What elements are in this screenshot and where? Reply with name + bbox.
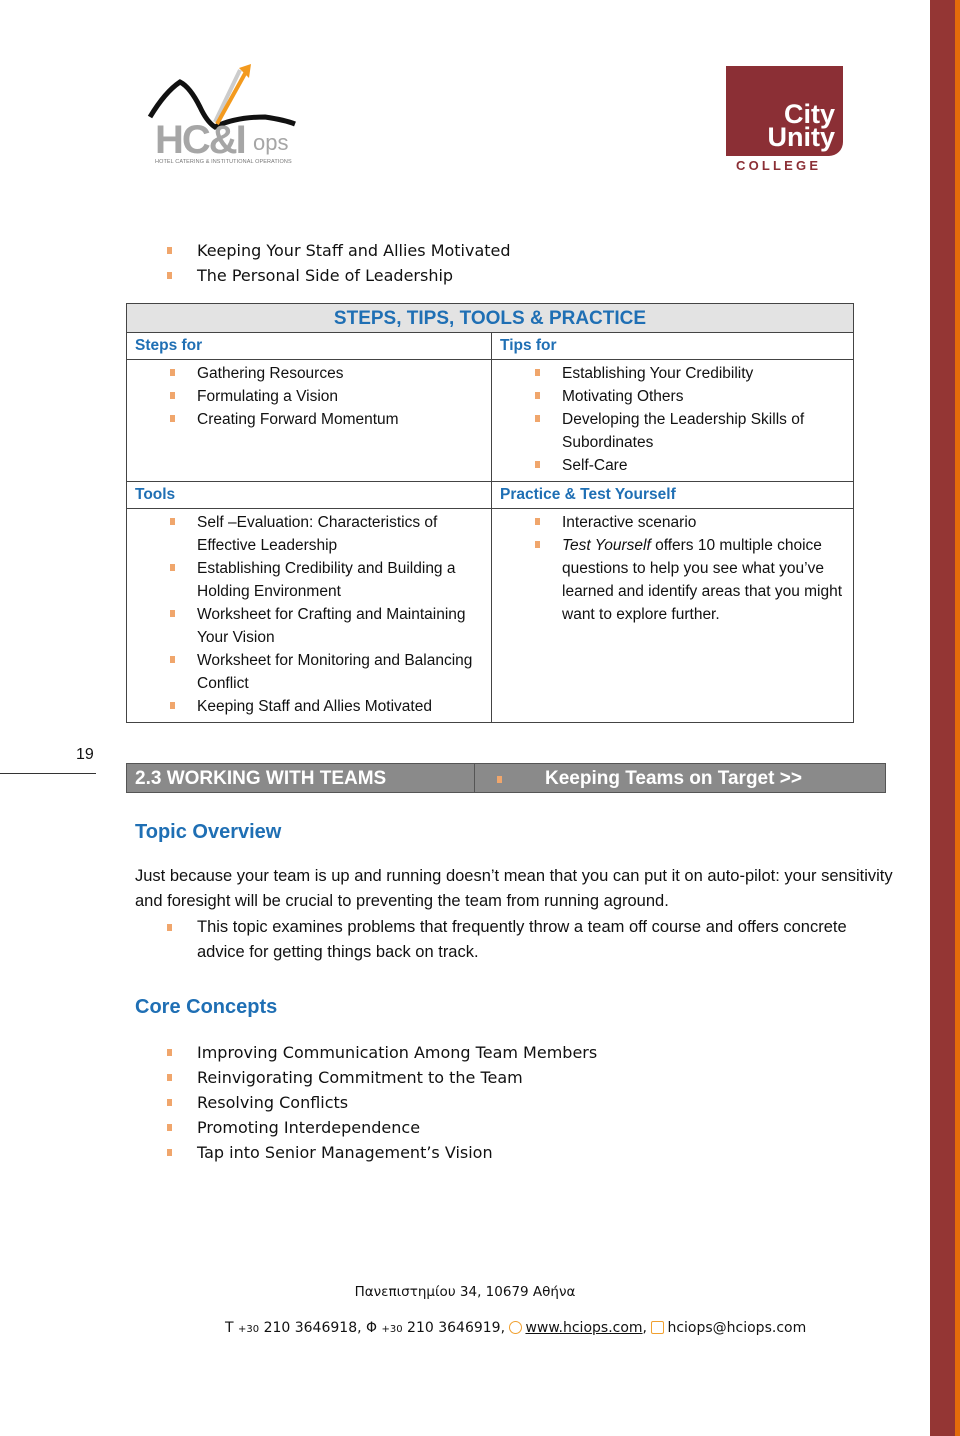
steps-list: Gathering Resources Formulating a Vision… bbox=[135, 360, 483, 435]
globe-icon bbox=[509, 1321, 523, 1334]
overview-list: This topic examines problems that freque… bbox=[167, 915, 887, 965]
steps-label: Steps for bbox=[135, 337, 203, 354]
bullet-icon bbox=[167, 247, 172, 254]
mail-icon bbox=[651, 1321, 665, 1334]
list-item: Self-Care bbox=[500, 454, 847, 477]
list-item: Test Yourself offers 10 multiple choice … bbox=[500, 534, 847, 626]
table-title: STEPS, TIPS, TOOLS & PRACTICE bbox=[127, 304, 853, 333]
section-title: 2.3 WORKING WITH TEAMS bbox=[127, 764, 475, 792]
list-item: Resolving Conflicts bbox=[167, 1090, 597, 1115]
overview-paragraph: Just because your team is up and running… bbox=[135, 867, 893, 910]
hci-ops-logo: HC&I ops HOTEL CATERING & INSTITUTIONAL … bbox=[145, 62, 325, 167]
list-item: Gathering Resources bbox=[135, 362, 483, 385]
bullet-icon bbox=[170, 392, 175, 399]
bullet-icon bbox=[497, 776, 502, 783]
tools-label: Tools bbox=[135, 486, 176, 503]
hci-logo-suffix: ops bbox=[253, 130, 289, 155]
list-item: The Personal Side of Leadership bbox=[167, 263, 511, 288]
practice-list: Interactive scenario Test Yourself offer… bbox=[500, 509, 847, 630]
table-row: Gathering Resources Formulating a Vision… bbox=[127, 360, 853, 482]
college-logo-college: COLLEGE bbox=[736, 158, 822, 173]
college-logo-box: City Unity bbox=[726, 66, 843, 156]
list-item: Promoting Interdependence bbox=[167, 1115, 597, 1140]
footer-contact: T +30 210 3646918, Φ +30 210 3646919, ww… bbox=[225, 1320, 807, 1336]
bullet-icon bbox=[535, 461, 540, 468]
bullet-icon bbox=[167, 272, 172, 279]
fax-number: 210 3646919, bbox=[402, 1320, 510, 1336]
bullet-icon bbox=[170, 656, 175, 663]
bullet-icon bbox=[170, 564, 175, 571]
list-item: Keeping Your Staff and Allies Motivated bbox=[167, 238, 511, 263]
page-number-rule bbox=[0, 773, 96, 774]
list-item: Developing the Leadership Skills of Subo… bbox=[500, 408, 847, 454]
list-item: Formulating a Vision bbox=[135, 385, 483, 408]
website-link[interactable]: www.hciops.com bbox=[525, 1320, 642, 1336]
core-concepts-list: Improving Communication Among Team Membe… bbox=[167, 1040, 597, 1165]
page-number: 19 bbox=[76, 746, 94, 763]
bullet-icon bbox=[167, 1049, 172, 1056]
bullet-icon bbox=[535, 541, 540, 548]
bullet-icon bbox=[535, 392, 540, 399]
bullet-icon bbox=[535, 415, 540, 422]
tips-label: Tips for bbox=[500, 337, 557, 354]
bullet-icon bbox=[167, 924, 172, 931]
list-item: Establishing Your Credibility bbox=[500, 362, 847, 385]
list-item: Improving Communication Among Team Membe… bbox=[167, 1040, 597, 1065]
phone-number: 210 3646918, bbox=[259, 1320, 366, 1336]
footer-address: Πανεπιστημίου 34, 10679 Αθήνα bbox=[354, 1284, 576, 1300]
list-item: Worksheet for Monitoring and Balancing C… bbox=[135, 649, 483, 695]
tools-list: Self –Evaluation: Characteristics of Eff… bbox=[135, 509, 483, 722]
city-unity-college-logo: City Unity COLLEGE bbox=[726, 66, 843, 176]
list-item: Motivating Others bbox=[500, 385, 847, 408]
bullet-icon bbox=[535, 369, 540, 376]
bullet-icon bbox=[170, 610, 175, 617]
list-item: This topic examines problems that freque… bbox=[167, 915, 887, 965]
side-band bbox=[930, 0, 955, 1436]
bullet-icon bbox=[167, 1124, 172, 1131]
bullet-icon bbox=[167, 1149, 172, 1156]
practice-label: Practice & Test Yourself bbox=[500, 486, 676, 503]
steps-cell: Steps for bbox=[127, 333, 491, 359]
bullet-icon bbox=[535, 518, 540, 525]
bullet-icon bbox=[170, 415, 175, 422]
hci-logo-tagline: HOTEL CATERING & INSTITUTIONAL OPERATION… bbox=[155, 159, 292, 165]
bullet-icon bbox=[170, 702, 175, 709]
list-item: Establishing Credibility and Building a … bbox=[135, 557, 483, 603]
tips-cell: Tips for bbox=[491, 333, 855, 359]
section-header-bar: 2.3 WORKING WITH TEAMS Keeping Teams on … bbox=[126, 763, 886, 793]
bullet-icon bbox=[170, 518, 175, 525]
table-row: Steps for Tips for bbox=[127, 333, 853, 360]
list-item: Keeping Staff and Allies Motivated bbox=[135, 695, 483, 718]
topic-overview-heading: Topic Overview bbox=[135, 821, 282, 843]
core-concepts-heading: Core Concepts bbox=[135, 996, 278, 1018]
list-item: Creating Forward Momentum bbox=[135, 408, 483, 431]
list-item: Interactive scenario bbox=[500, 511, 847, 534]
list-item: Reinvigorating Commitment to the Team bbox=[167, 1065, 597, 1090]
bullet-icon bbox=[167, 1099, 172, 1106]
hci-logo-text: HC&I bbox=[155, 118, 247, 162]
side-strip bbox=[955, 0, 960, 1436]
list-item: Self –Evaluation: Characteristics of Eff… bbox=[135, 511, 483, 557]
email-address[interactable]: hciops@hciops.com bbox=[667, 1320, 806, 1336]
bullet-icon bbox=[170, 369, 175, 376]
bullet-icon bbox=[167, 1074, 172, 1081]
college-logo-unity: Unity bbox=[767, 122, 836, 152]
tips-list: Establishing Your Credibility Motivating… bbox=[500, 360, 847, 481]
list-item: Tap into Senior Management’s Vision bbox=[167, 1140, 597, 1165]
section-subtitle: Keeping Teams on Target >> bbox=[475, 764, 885, 792]
table-row: Self –Evaluation: Characteristics of Eff… bbox=[127, 509, 853, 722]
list-item: Worksheet for Crafting and Maintaining Y… bbox=[135, 603, 483, 649]
intro-list: Keeping Your Staff and Allies Motivated … bbox=[167, 238, 511, 288]
steps-tips-table: STEPS, TIPS, TOOLS & PRACTICE Steps for … bbox=[126, 303, 854, 723]
table-row: Tools Practice & Test Yourself bbox=[127, 482, 853, 509]
